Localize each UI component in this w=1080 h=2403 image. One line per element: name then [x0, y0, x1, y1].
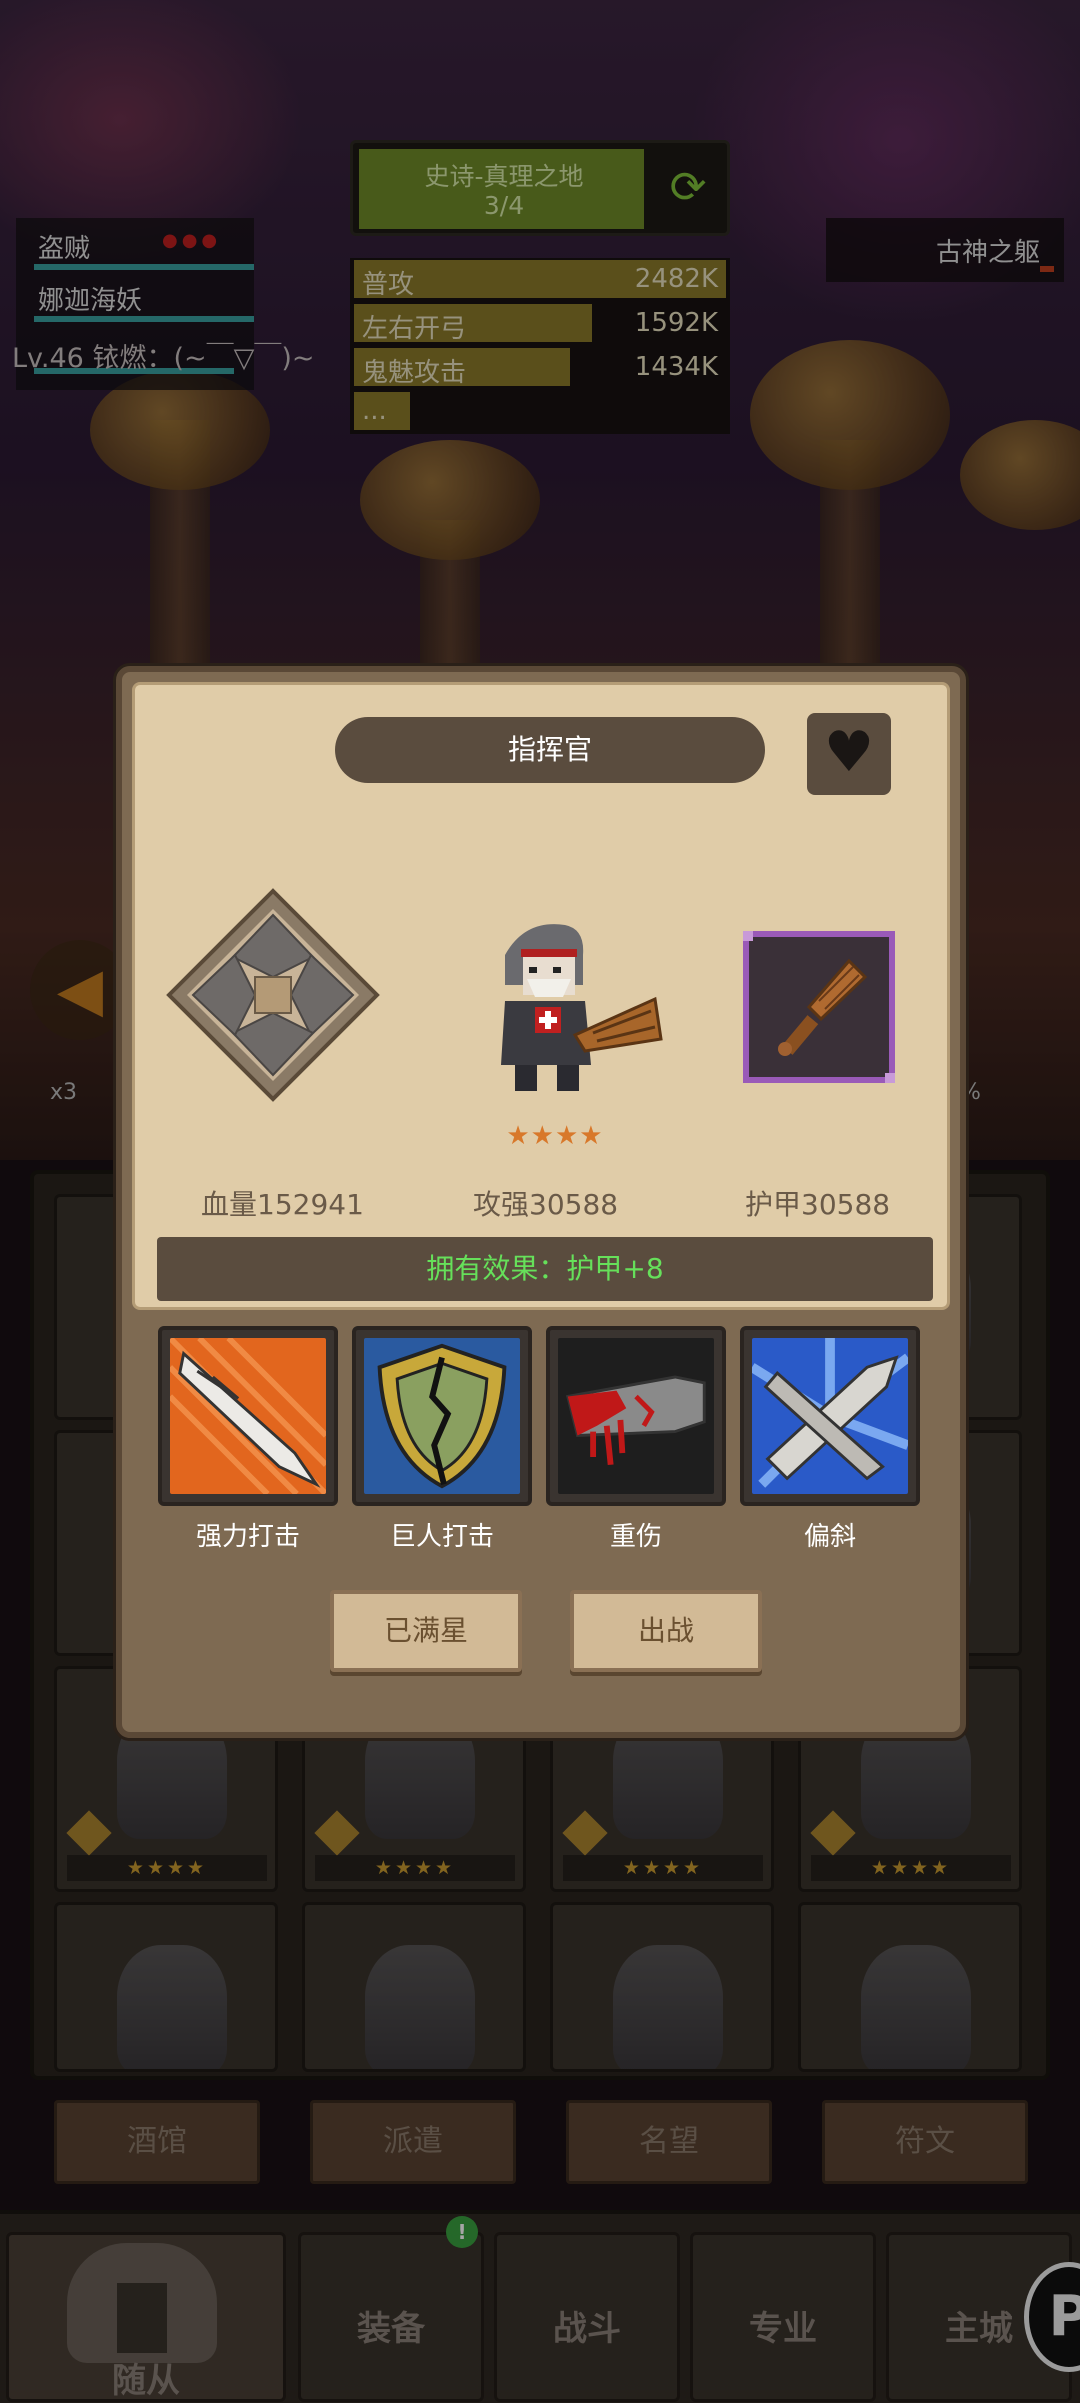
owned-effect: 拥有效果：护甲+8: [157, 1237, 933, 1301]
stat-attack: 攻强30588: [473, 1188, 619, 1221]
skill-label: 偏斜: [803, 1522, 856, 1552]
stat-hp: 血量152941: [201, 1188, 364, 1221]
crossed-blades-icon: [749, 1338, 911, 1494]
heart-icon[interactable]: ♥: [807, 713, 891, 795]
hero-star-rating: ★★★★: [506, 1121, 604, 1151]
skill-deflect[interactable]: [740, 1326, 920, 1506]
hero-detail-dialog: 指挥官 ♥ ★★★★ 血量152941 攻强30588 护甲30588 拥有效果…: [116, 666, 966, 1738]
stat-armor: 护甲30588: [745, 1188, 891, 1221]
rune-slot-icon[interactable]: [163, 885, 383, 1105]
hero-title: 指挥官: [335, 717, 765, 783]
skill-label: 巨人打击: [389, 1522, 494, 1552]
skill-giant-strike[interactable]: [352, 1326, 532, 1506]
weapon-icon: [778, 958, 868, 1056]
weapon-slot[interactable]: [743, 931, 895, 1083]
broken-shield-icon: [364, 1338, 520, 1494]
bleeding-blade-icon: [558, 1338, 714, 1494]
power-strike-icon: [167, 1335, 329, 1497]
hero-info-card: 指挥官 ♥ ★★★★ 血量152941 攻强30588 护甲30588 拥有效果…: [132, 682, 950, 1310]
skill-power-strike[interactable]: [158, 1326, 338, 1506]
deploy-button[interactable]: 出战: [570, 1590, 762, 1672]
skill-label: 强力打击: [195, 1522, 300, 1552]
skill-label: 重伤: [609, 1522, 662, 1552]
max-star-button[interactable]: 已满星: [330, 1590, 522, 1672]
commander-hero-figure: [501, 924, 663, 1091]
skill-grievous-wound[interactable]: [546, 1326, 726, 1506]
